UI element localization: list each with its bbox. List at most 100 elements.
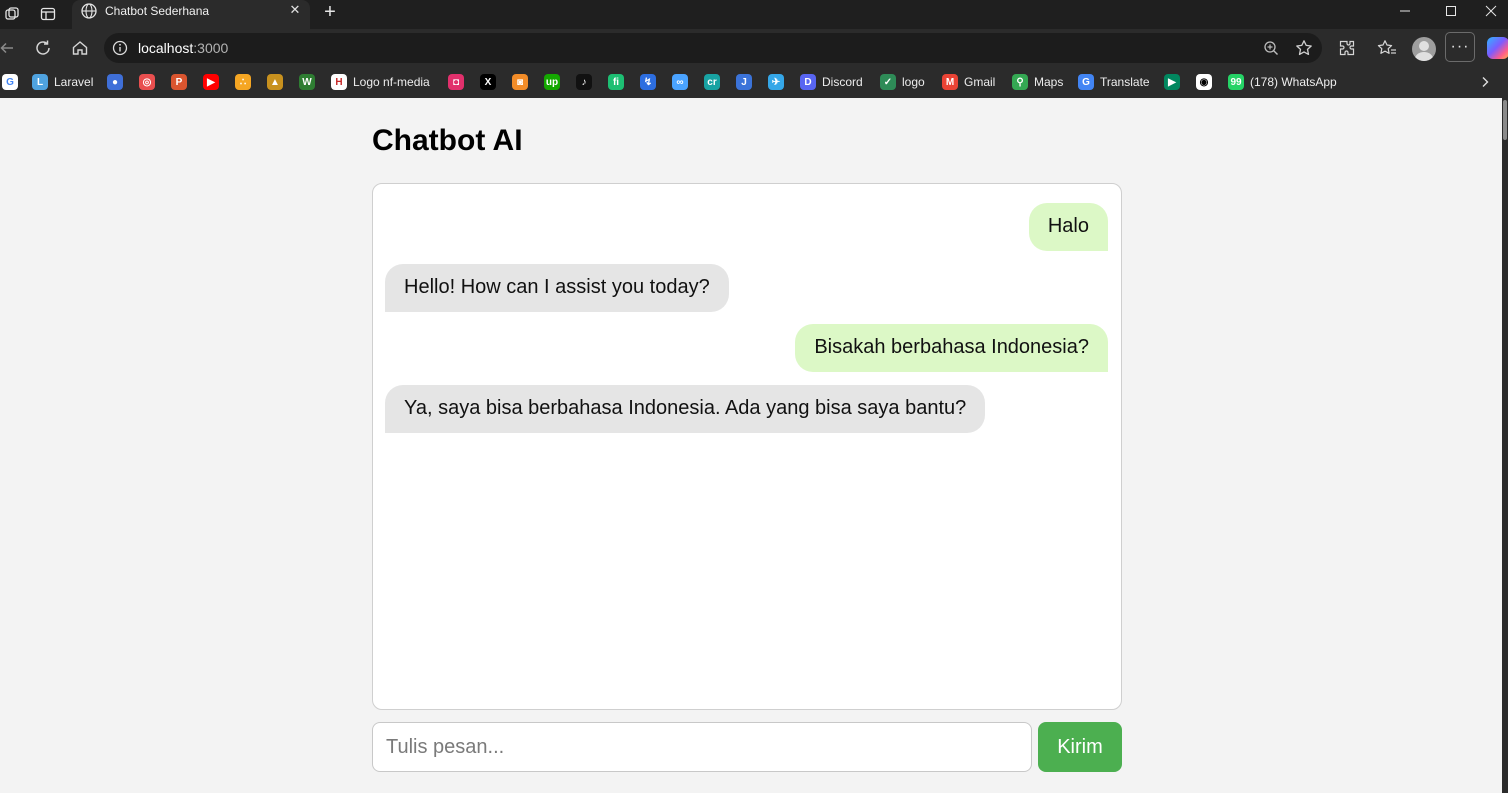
url-text[interactable]: localhost:3000	[138, 40, 228, 56]
youtube-icon: ▶	[203, 74, 219, 90]
favorite-star-icon[interactable]	[1294, 38, 1314, 58]
user-message-bubble: Bisakah berbahasa Indonesia?	[795, 324, 1108, 372]
tab-title: Chatbot Sederhana	[105, 4, 210, 18]
j-icon: J	[736, 74, 752, 90]
favorites-icon[interactable]	[1374, 35, 1400, 61]
bookmark-item[interactable]: ◘	[448, 73, 464, 91]
upwork-icon: up	[544, 74, 560, 90]
gmail-icon: M	[942, 74, 958, 90]
address-bar[interactable]: localhost:3000	[104, 33, 1322, 63]
profile-avatar[interactable]	[1412, 37, 1436, 61]
workspaces-icon[interactable]	[0, 2, 24, 26]
tab-actions-icon[interactable]	[36, 2, 60, 26]
bookmark-item[interactable]: ◙	[512, 73, 528, 91]
laravel-icon: L	[32, 74, 48, 90]
bookmark-item[interactable]: fi	[608, 73, 624, 91]
bookmark-item[interactable]: ∴	[235, 73, 251, 91]
bookmark-item[interactable]: X	[480, 73, 496, 91]
discord-icon: D	[800, 74, 816, 90]
bookmark-item[interactable]: ◉	[1196, 73, 1212, 91]
back-icon[interactable]	[0, 35, 20, 61]
bookmark-label: Laravel	[54, 75, 94, 89]
site-icon-blue: ●	[107, 74, 123, 90]
bookmark-item[interactable]: ✈	[768, 73, 784, 91]
maximize-icon[interactable]	[1428, 0, 1474, 22]
window-close-icon[interactable]	[1474, 0, 1508, 22]
tab-chatbot[interactable]: Chatbot Sederhana ✕	[72, 0, 310, 29]
bookmark-label: logo	[902, 75, 925, 89]
bookmark-item[interactable]: ↯	[640, 73, 656, 91]
logo-icon: ✓	[880, 74, 896, 90]
bookmark-item[interactable]: W	[299, 73, 315, 91]
close-icon[interactable]: ✕	[287, 2, 303, 18]
translate-icon: G	[1078, 74, 1094, 90]
bookmark-item[interactable]: L Laravel	[32, 73, 93, 91]
bookmark-item[interactable]: up	[544, 73, 560, 91]
bookmark-item[interactable]: ♪	[576, 73, 592, 91]
tiktok-icon: ♪	[576, 74, 592, 90]
extensions-icon[interactable]	[1334, 35, 1360, 61]
refresh-icon[interactable]	[30, 35, 56, 61]
github-icon: ◉	[1196, 74, 1212, 90]
url-host: localhost	[138, 40, 194, 56]
fiverr-icon: fi	[608, 74, 624, 90]
bot-message-bubble: Hello! How can I assist you today?	[385, 263, 729, 312]
browser-titlebar: Chatbot Sederhana ✕ +	[0, 0, 1508, 29]
site-icon-orange: ◙	[512, 74, 528, 90]
page-scrollbar[interactable]	[1502, 98, 1508, 793]
bookmark-item[interactable]: ✓ logo	[880, 73, 925, 91]
bookmark-item[interactable]: ∞	[672, 73, 688, 91]
w-icon: W	[299, 74, 315, 90]
temple-icon: ▲	[267, 74, 283, 90]
product-hunt-icon: P	[171, 74, 187, 90]
bookmark-item[interactable]: ⚲ Maps	[1012, 73, 1063, 91]
chat-box: Halo Hello! How can I assist you today? Bi…	[372, 183, 1122, 710]
send-button[interactable]: Kirim	[1038, 722, 1122, 772]
bookmark-item[interactable]: cr	[704, 73, 720, 91]
message-input[interactable]	[372, 722, 1032, 772]
minimize-icon[interactable]	[1382, 0, 1428, 22]
bookmark-item[interactable]: H Logo nf-media	[331, 73, 430, 91]
bookmark-item[interactable]: J	[736, 73, 752, 91]
play-store-icon: ▶	[1164, 74, 1180, 90]
bot-message-bubble: Ya, saya bisa berbahasa Indonesia. Ada y…	[385, 384, 986, 433]
globe-icon	[80, 2, 98, 20]
page-title: Chatbot AI	[372, 124, 523, 157]
bookmark-label: (178) WhatsApp	[1250, 75, 1337, 89]
infinity-icon: ∞	[672, 74, 688, 90]
bookmark-label: Translate	[1100, 75, 1150, 89]
new-tab-button[interactable]: +	[318, 0, 342, 24]
google-icon: G	[2, 74, 18, 90]
site-icon-round: ◎	[139, 74, 155, 90]
instagram-icon: ◘	[448, 74, 464, 90]
bookmark-item[interactable]: ▶	[1164, 73, 1180, 91]
bookmark-item[interactable]: M Gmail	[942, 73, 995, 91]
bookmark-item[interactable]: G Translate	[1078, 73, 1150, 91]
x-icon: X	[480, 74, 496, 90]
page-content: Chatbot AI Halo Hello! How can I assist y…	[0, 98, 1502, 793]
chevron-right-icon[interactable]	[1476, 73, 1494, 91]
community-icon: ∴	[235, 74, 251, 90]
copilot-icon[interactable]	[1487, 37, 1508, 59]
site-icon-arrow: ↯	[640, 74, 656, 90]
bookmark-item[interactable]: G	[2, 73, 18, 91]
bookmark-item[interactable]: ▲	[267, 73, 283, 91]
bookmark-item[interactable]: ▶	[203, 73, 219, 91]
bookmarks-bar: G L Laravel ● ◎ P ▶ ∴ ▲ W H Logo nf-media ◘ X ◙ up ♪ fi ↯ ∞…	[0, 67, 1508, 98]
more-icon[interactable]: ···	[1445, 32, 1475, 62]
bookmark-item[interactable]: P	[171, 73, 187, 91]
scrollbar-thumb[interactable]	[1503, 100, 1507, 140]
bookmark-item[interactable]: ●	[107, 73, 123, 91]
site-icon-teal: cr	[704, 74, 720, 90]
site-info-icon[interactable]	[112, 40, 128, 56]
user-message-bubble: Halo	[1028, 203, 1108, 251]
maps-icon: ⚲	[1012, 74, 1028, 90]
bookmark-label: Gmail	[964, 75, 996, 89]
home-icon[interactable]	[67, 35, 93, 61]
bookmark-label: Maps	[1034, 75, 1064, 89]
bookmark-item[interactable]: ◎	[139, 73, 155, 91]
bookmark-label: Discord	[822, 75, 863, 89]
zoom-icon[interactable]	[1261, 38, 1281, 58]
bookmark-item[interactable]: D Discord	[800, 73, 863, 91]
bookmark-item[interactable]: 99 (178) WhatsApp	[1228, 73, 1337, 91]
